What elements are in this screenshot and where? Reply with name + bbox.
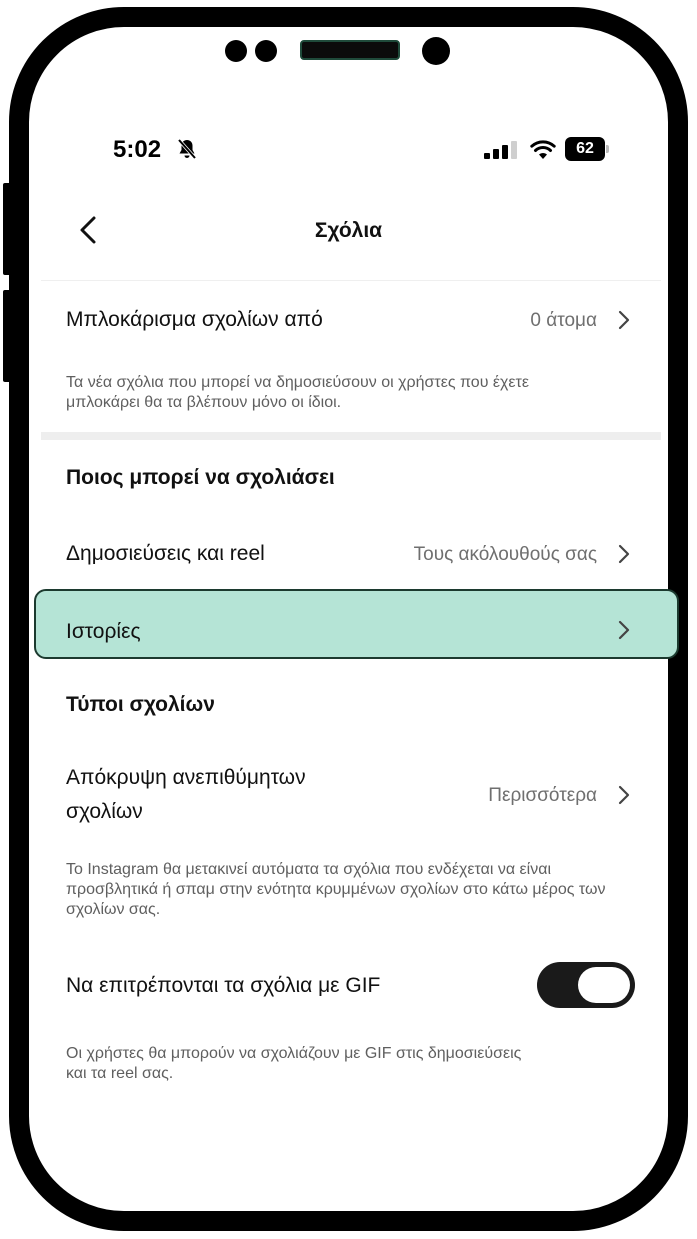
chevron-right-icon[interactable] [617, 309, 631, 331]
bell-muted-icon [177, 138, 197, 160]
gif-comments-description: Οι χρήστες θα μπορούν να σχολιάζουν με G… [66, 1045, 522, 1082]
stories-label[interactable]: Ιστορίες [66, 620, 141, 644]
camera-lens [422, 37, 450, 65]
block-comments-value[interactable]: 0 άτομα [530, 310, 597, 332]
hide-unwanted-label-line2[interactable]: σχολίων [66, 800, 143, 824]
speaker-pill [300, 40, 400, 60]
comment-types-title: Τύποι σχολίων [66, 693, 215, 716]
block-comments-description: Τα νέα σχόλια που μπορεί να δημοσιεύσουν… [66, 374, 529, 411]
gif-comments-toggle[interactable] [537, 962, 635, 1008]
camera-dot-left [225, 40, 247, 62]
gif-comments-label[interactable]: Να επιτρέπονται τα σχόλια με GIF [66, 974, 380, 998]
hide-unwanted-description: Το Instagram θα μετακινεί αυτόματα τα σχ… [66, 861, 606, 918]
chevron-right-icon[interactable] [617, 784, 631, 806]
section-divider [41, 432, 661, 440]
block-comments-label[interactable]: Μπλοκάρισμα σχολίων από [66, 308, 323, 332]
toggle-knob [578, 967, 630, 1003]
wifi-icon [530, 140, 556, 159]
battery-icon: 62 [565, 137, 609, 161]
status-time: 5:02 [113, 136, 162, 163]
chevron-right-icon[interactable] [617, 543, 631, 565]
page-title: Σχόλια [314, 219, 383, 242]
cell-signal-icon [484, 141, 517, 159]
hide-unwanted-label-line1[interactable]: Απόκρυψη ανεπιθύμητων [66, 766, 306, 790]
header-divider [41, 280, 661, 281]
posts-and-reels-value[interactable]: Τους ακόλουθούς σας [414, 544, 597, 566]
hide-unwanted-value[interactable]: Περισσότερα [488, 785, 597, 807]
camera-dot-middle [255, 40, 277, 62]
chevron-right-icon[interactable] [617, 619, 631, 641]
who-can-comment-title: Ποιος μπορεί να σχολιάσει [66, 466, 335, 489]
posts-and-reels-label[interactable]: Δημοσιεύσεις και reel [66, 542, 265, 566]
battery-level: 62 [576, 140, 594, 157]
